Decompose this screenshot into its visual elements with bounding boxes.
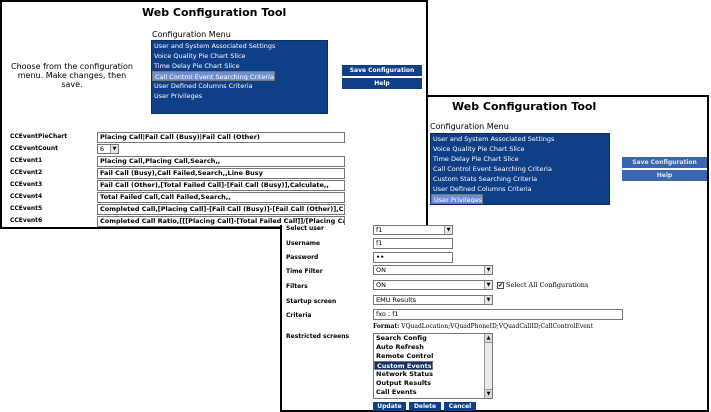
menu-item[interactable]: Time Delay Pie Chart Slice: [431, 154, 609, 164]
field-label-cceventcount: CCEventCount: [10, 145, 58, 152]
menu-item[interactable]: User Privileges: [431, 194, 484, 204]
menu-item[interactable]: Call Control Event Searching Criteria: [431, 164, 609, 174]
field-label-ccevent4: CCEvent4: [10, 193, 43, 200]
ccevent4-input[interactable]: Total Failed Call,Call Failed,Search,,: [97, 192, 345, 203]
configuration-menu: User and System Associated Settings Voice…: [430, 133, 610, 205]
menu-item[interactable]: Voice Quality Pie Chart Slice: [431, 144, 609, 154]
menu-item[interactable]: Custom Stats Searching Criteria: [431, 174, 609, 184]
help-button[interactable]: Help: [342, 78, 422, 89]
cceventpiechart-input[interactable]: Placing Call|Fail Call (Busy)|Fail Call …: [97, 132, 345, 143]
menu-item[interactable]: User Privileges: [152, 91, 327, 101]
field-label-ccevent1: CCEvent1: [10, 157, 43, 164]
cceventcount-select[interactable]: 6 ▼: [97, 144, 119, 154]
ccevent1-input[interactable]: Placing Call,Placing Call,Search,,: [97, 156, 345, 167]
cceventcount-value: 6: [100, 145, 105, 153]
field-label-ccevent2: CCEvent2: [10, 169, 43, 176]
save-configuration-button[interactable]: Save Configuration: [342, 65, 422, 76]
menu-item[interactable]: User Defined Columns Criteria: [152, 81, 327, 91]
field-label-ccevent6: CCEvent6: [10, 217, 43, 224]
right-config-window: Web Configuration Tool Configuration Men…: [426, 95, 709, 412]
menu-heading: Configuration Menu: [152, 30, 231, 39]
chevron-down-icon[interactable]: ▼: [110, 145, 118, 153]
intro-text: Choose from the configuration menu. Make…: [11, 62, 133, 89]
field-label-ccevent5: CCEvent5: [10, 205, 43, 212]
help-button[interactable]: Help: [622, 170, 707, 181]
field-label-ccevent3: CCEvent3: [10, 181, 43, 188]
configuration-menu: User and System Associated Settings Voice…: [151, 40, 328, 114]
menu-item[interactable]: User and System Associated Settings: [431, 134, 609, 144]
field-label-cceventpiechart: CCEventPieChart: [10, 133, 68, 140]
menu-item[interactable]: User and System Associated Settings: [152, 41, 327, 51]
save-configuration-button[interactable]: Save Configuration: [622, 157, 707, 168]
menu-item[interactable]: Call Control Event Searching Criteria: [152, 71, 275, 81]
menu-item[interactable]: Voice Quality Pie Chart Slice: [152, 51, 327, 61]
ccevent3-input[interactable]: Fail Call (Other),[Total Failed Call]-[F…: [97, 180, 345, 191]
ccevent5-input[interactable]: Completed Call,[Placing Call]-[Fail Call…: [97, 204, 345, 215]
left-config-window: Web Configuration Tool Configuration Men…: [0, 0, 428, 229]
page-title: Web Configuration Tool: [452, 100, 597, 113]
menu-item[interactable]: Time Delay Pie Chart Slice: [152, 61, 327, 71]
menu-heading: Configuration Menu: [430, 122, 509, 131]
ccevent2-input[interactable]: Fail Call (Busy),Call Failed,Search,,Lin…: [97, 168, 345, 179]
page-title: Web Configuration Tool: [142, 6, 287, 19]
menu-item[interactable]: User Defined Columns Criteria: [431, 184, 609, 194]
right-form-extension: [280, 225, 428, 412]
